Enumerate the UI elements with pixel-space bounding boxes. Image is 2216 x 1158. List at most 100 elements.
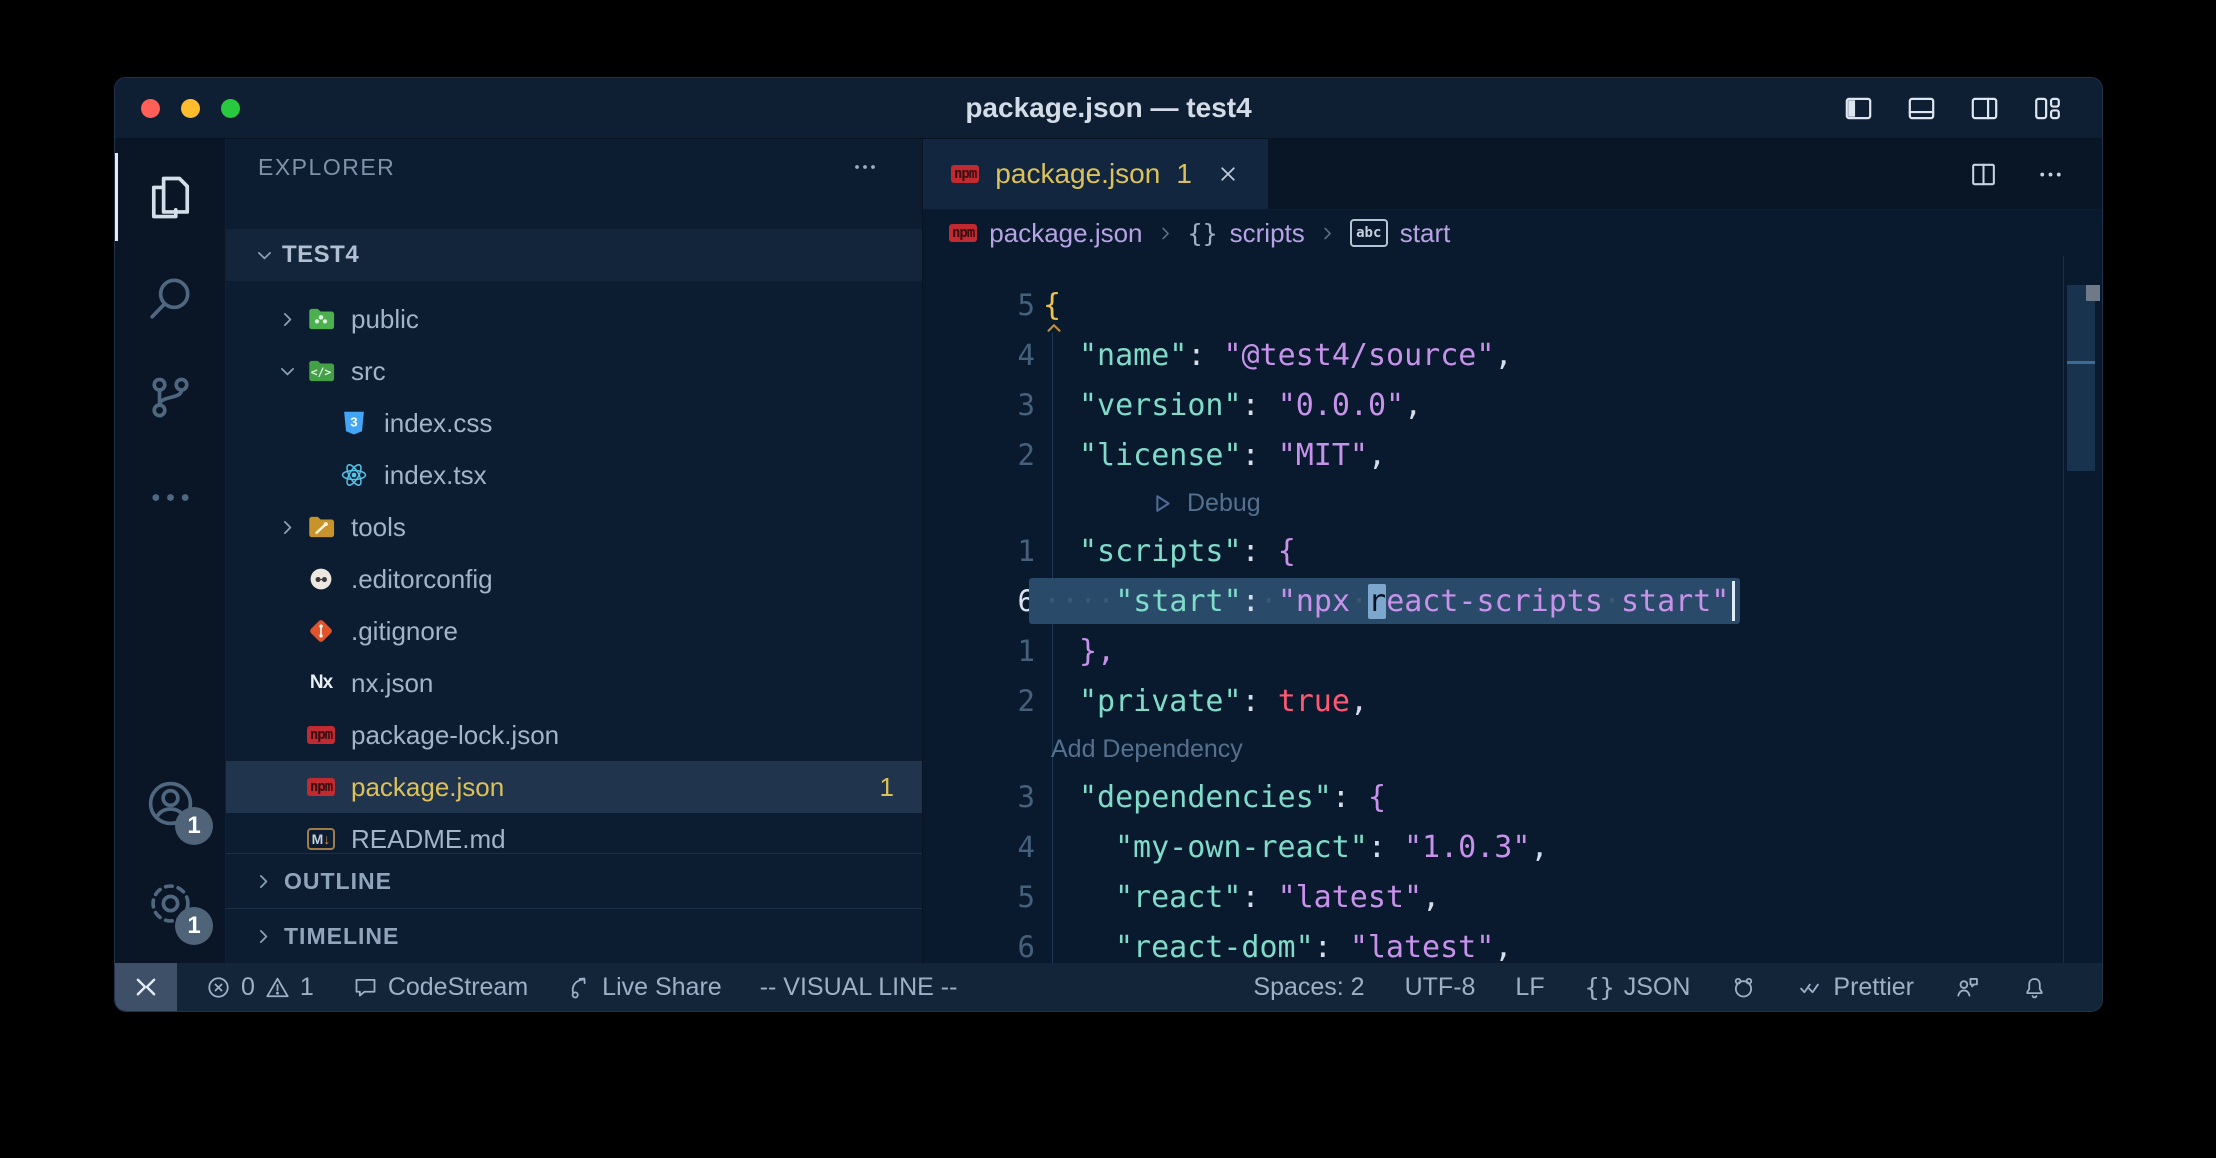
activity-bar-source-control-button[interactable] (115, 347, 225, 447)
code-line[interactable]: 4"my-own-react": "1.0.3", (923, 822, 2102, 872)
tree-item-public[interactable]: public (226, 293, 922, 345)
status-eol[interactable]: LF (1515, 973, 1544, 1002)
token: "dependencies" (1079, 780, 1332, 815)
layout-controls (1842, 78, 2064, 138)
status-feedback[interactable] (1954, 974, 1981, 1001)
token: "scripts" (1079, 534, 1242, 569)
status-language-mode[interactable]: {}JSON (1585, 973, 1691, 1002)
activity-bar-accounts-button[interactable]: 1 (115, 753, 225, 853)
layout-sidebar-left-icon[interactable] (1842, 92, 1875, 125)
token: "1.0.3" (1404, 830, 1530, 865)
code-line[interactable]: 1"scripts": { (923, 526, 2102, 576)
token: , (1494, 338, 1512, 373)
chevron-right-icon (269, 309, 305, 330)
status-prettier[interactable]: Prettier (1797, 973, 1914, 1002)
status-notifications[interactable] (2021, 974, 2048, 1001)
svg-text:3: 3 (350, 415, 357, 430)
token: "react-dom" (1115, 930, 1314, 964)
status-vim-mode[interactable]: -- VISUAL LINE -- (760, 973, 958, 1002)
tree-item-package-lock-json[interactable]: npmpackage-lock.json (226, 709, 922, 761)
code-line[interactable]: 4"name": "@test4/source", (923, 330, 2102, 380)
activity-bar-explorer-button[interactable] (115, 147, 225, 247)
token: : (1242, 438, 1278, 473)
activity-bar-settings-button[interactable]: 1 (115, 853, 225, 953)
token: "MIT" (1278, 438, 1368, 473)
git-icon (305, 615, 337, 647)
tree-item-package-json[interactable]: npmpackage.json1 (226, 761, 922, 813)
maximize-window-button[interactable] (221, 99, 240, 118)
line-content: "version": "0.0.0", (1043, 388, 1422, 423)
token: "name" (1079, 338, 1187, 373)
status-codestream[interactable]: CodeStream (352, 973, 528, 1002)
tree-item-label: index.css (384, 408, 492, 439)
code-line[interactable]: 5{ (923, 280, 2102, 330)
more-icon (143, 470, 198, 525)
line-number: 2 (923, 684, 1035, 718)
layout-panel-icon[interactable] (1905, 92, 1938, 125)
code-line[interactable]: 5"react": "latest", (923, 872, 2102, 922)
status-text: 0 (241, 973, 255, 1002)
breadcrumb-package-json[interactable]: npmpackage.json (949, 218, 1143, 249)
tree-item-readme-md[interactable]: M↓README.md (226, 813, 922, 853)
remote-indicator-button[interactable] (115, 963, 177, 1011)
token: true (1278, 684, 1350, 719)
warning-icon (264, 974, 291, 1001)
layout-customize-icon[interactable] (2031, 92, 2064, 125)
status-text: -- VISUAL LINE -- (760, 973, 958, 1002)
split-editor-button[interactable] (1968, 159, 1999, 190)
code-line[interactable]: 1}, (923, 626, 2102, 676)
token: : (1187, 338, 1223, 373)
breadcrumb-start[interactable]: abcstart (1350, 218, 1451, 249)
tab-close-button[interactable] (1216, 162, 1240, 186)
activity-bar-search-button[interactable] (115, 247, 225, 347)
folder-public-icon (305, 303, 337, 335)
status-encoding[interactable]: UTF-8 (1405, 973, 1476, 1002)
scrollbar-thumb[interactable] (2067, 285, 2095, 471)
token: eact-scripts (1386, 584, 1603, 619)
breadcrumb-scripts[interactable]: {}scripts (1188, 218, 1305, 249)
token: , (1368, 438, 1386, 473)
tree-item-index-css[interactable]: 3 index.css (226, 397, 922, 449)
tab-package-json[interactable]: npm package.json 1 (923, 139, 1268, 209)
code-line[interactable]: 2"license": "MIT", (923, 430, 2102, 480)
code-line[interactable]: 6····"start":·"npx·react-scripts·start" (923, 576, 2102, 626)
sidebar-section-timeline[interactable]: TIMELINE (226, 908, 922, 963)
add-dependency-lens[interactable]: Add Dependency (923, 726, 2102, 772)
status-text: Prettier (1833, 973, 1914, 1002)
tree-item-nx-json[interactable]: Nxnx.json (226, 657, 922, 709)
status-octoface[interactable] (1730, 974, 1757, 1001)
token: · (1350, 584, 1368, 619)
code-line[interactable]: 2"private": true, (923, 676, 2102, 726)
token: : (1242, 684, 1278, 719)
tree-item-tools[interactable]: tools (226, 501, 922, 553)
tree-item--editorconfig[interactable]: .editorconfig (226, 553, 922, 605)
code-line[interactable]: 6"react-dom": "latest", (923, 922, 2102, 963)
layout-sidebar-right-icon[interactable] (1968, 92, 2001, 125)
close-window-button[interactable] (141, 99, 160, 118)
line-number: 4 (923, 338, 1035, 372)
modified-count-badge: 1 (880, 772, 894, 803)
debug-lens[interactable]: Debug (923, 480, 2102, 526)
token: : (1332, 780, 1368, 815)
tree-item-test4[interactable]: TEST4 (226, 229, 922, 281)
status-problems[interactable]: 01 (205, 973, 314, 1002)
search-icon (143, 270, 198, 325)
activity-bar-more-views-button[interactable] (115, 447, 225, 547)
tree-item-src[interactable]: </>src (226, 345, 922, 397)
editor-scrollbar[interactable] (2063, 256, 2102, 963)
line-content: "my-own-react": "1.0.3", (1043, 830, 1549, 865)
explorer-more-actions-icon[interactable] (850, 152, 880, 182)
tree-item--gitignore[interactable]: .gitignore (226, 605, 922, 657)
minimize-window-button[interactable] (181, 99, 200, 118)
folder-src-icon: </> (305, 355, 337, 387)
status-live-share[interactable]: Live Share (566, 973, 722, 1002)
code-line[interactable]: 3"version": "0.0.0", (923, 380, 2102, 430)
sidebar-section-outline[interactable]: OUTLINE (226, 853, 922, 908)
editor-more-actions-button[interactable] (2035, 159, 2066, 190)
code-editor[interactable]: 5{4"name": "@test4/source",3"version": "… (923, 256, 2102, 963)
status-indentation[interactable]: Spaces: 2 (1253, 973, 1364, 1002)
status-bar: 01CodeStreamLive Share-- VISUAL LINE -- … (115, 963, 2102, 1011)
tree-item-index-tsx[interactable]: index.tsx (226, 449, 922, 501)
code-line[interactable]: 3"dependencies": { (923, 772, 2102, 822)
desktop: package.json — test4 11 EXPLORER TEST4pu… (0, 0, 2216, 1158)
